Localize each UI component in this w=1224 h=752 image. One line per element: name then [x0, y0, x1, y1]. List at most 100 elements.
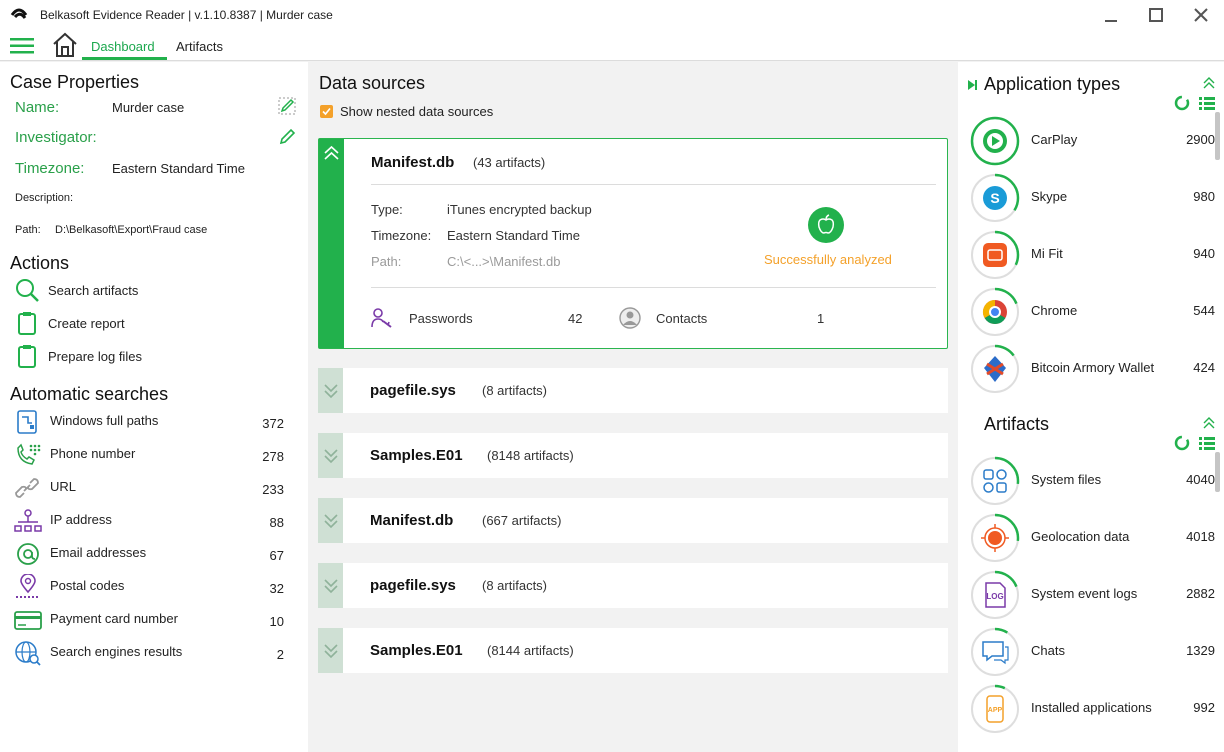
data-source-card-expanded[interactable]: Manifest.db (43 artifacts) Type: iTunes …: [318, 138, 948, 349]
ds-timezone-value: Eastern Standard Time: [447, 228, 580, 243]
data-source-row[interactable]: pagefile.sys (8 artifacts): [318, 563, 948, 608]
scrollbar-artifacts[interactable]: [1215, 452, 1220, 492]
location-pin-icon: [16, 574, 40, 598]
create-report-label: Create report: [48, 315, 125, 331]
collapse-section-icon[interactable]: [1202, 76, 1216, 90]
application_types-item[interactable]: Chrome 544: [970, 287, 1215, 337]
nav-bar: Dashboard Artifacts: [0, 30, 1224, 61]
artifacts-item[interactable]: LOG System event logs 2882: [970, 570, 1215, 620]
search-artifacts-action[interactable]: Search artifacts: [14, 276, 138, 304]
search-row-label: Search engines results: [50, 644, 183, 659]
minimize-button[interactable]: [1099, 4, 1123, 26]
application_types-item[interactable]: Mi Fit 940: [970, 230, 1215, 280]
list-view-icon[interactable]: [1199, 95, 1215, 111]
search-row-search-engines[interactable]: Search engines results 2: [14, 638, 286, 668]
pie-chart-view-icon[interactable]: [1174, 435, 1190, 451]
bitcoin-armory-icon: [970, 344, 1020, 394]
search-row-ip-address[interactable]: IP address 88: [14, 506, 286, 536]
collapse-strip[interactable]: [319, 139, 344, 348]
artifacts-label: System event logs: [1031, 586, 1138, 601]
tab-dashboard[interactable]: Dashboard: [91, 39, 155, 54]
search-row-count: 67: [269, 548, 284, 563]
artifacts-label: Geolocation data: [1031, 529, 1130, 544]
pie-chart-view-icon[interactable]: [1174, 95, 1190, 111]
data-sources-heading: Data sources: [319, 73, 426, 93]
application_types-label: Bitcoin Armory Wallet: [1031, 360, 1155, 375]
timezone-label: Timezone:: [15, 160, 85, 177]
close-button[interactable]: [1189, 4, 1213, 26]
ds-path-label: Path:: [371, 254, 402, 269]
search-row-phone-number[interactable]: Phone number 278: [14, 440, 286, 470]
divider: [371, 287, 936, 288]
artifacts-item[interactable]: System files 4040: [970, 456, 1215, 506]
hamburger-menu-icon[interactable]: [10, 38, 34, 54]
artifacts-item[interactable]: APP Installed applications 992: [970, 684, 1215, 734]
artifacts-count: 4040: [1186, 472, 1215, 487]
svg-text:S: S: [990, 190, 999, 206]
data-source-row[interactable]: Samples.E01 (8144 artifacts): [318, 628, 948, 673]
application_types-count: 2900: [1186, 132, 1215, 147]
contact-icon: [619, 307, 641, 329]
list-view-icon[interactable]: [1199, 435, 1215, 451]
chevron-up-icon: [324, 145, 339, 160]
search-row-email-addresses[interactable]: Email addresses 67: [14, 539, 286, 569]
contacts-count: 1: [817, 311, 825, 326]
chevron-down-icon: [323, 383, 338, 398]
application_types-item[interactable]: Bitcoin Armory Wallet 424: [970, 344, 1215, 394]
chevron-down-icon: [323, 448, 338, 463]
chevron-down-icon: [323, 578, 338, 593]
mi-fit-icon: [970, 230, 1020, 280]
investigator-label: Investigator:: [15, 129, 97, 146]
divider: [371, 184, 936, 185]
search-row-payment-card[interactable]: Payment card number 10: [14, 605, 286, 635]
app-icon: APP: [970, 684, 1020, 734]
windows-path-icon: [17, 410, 37, 434]
svg-text:APP: APP: [988, 707, 1003, 714]
show-nested-checkbox[interactable]: [320, 105, 333, 118]
data-source-count: (8144 artifacts): [487, 643, 574, 658]
prepare-log-files-action[interactable]: Prepare log files: [14, 342, 142, 370]
artifacts-item[interactable]: Chats 1329: [970, 627, 1215, 677]
show-nested-label[interactable]: Show nested data sources: [340, 104, 493, 119]
data-source-row[interactable]: Manifest.db (667 artifacts): [318, 498, 948, 543]
data-source-count: (8 artifacts): [482, 383, 548, 398]
scrollbar-app-types[interactable]: [1215, 112, 1220, 160]
edit-investigator-icon[interactable]: [278, 128, 296, 146]
application_types-count: 424: [1193, 360, 1215, 375]
carplay-icon: [970, 116, 1020, 166]
search-row-label: Email addresses: [50, 545, 147, 560]
maximize-button[interactable]: [1144, 4, 1168, 26]
data-source-row[interactable]: Samples.E01 (8148 artifacts): [318, 433, 948, 478]
geolocation-icon: [970, 513, 1020, 563]
application_types-item[interactable]: CarPlay 2900: [970, 116, 1215, 166]
phone-icon: [17, 443, 41, 465]
create-report-action[interactable]: Create report: [14, 309, 125, 337]
tab-artifacts[interactable]: Artifacts: [176, 39, 223, 54]
data-source-name: Manifest.db: [371, 154, 455, 171]
right-panel: Application types CarPlay 2900 S Skype 980 Mi…: [958, 62, 1224, 752]
edit-name-icon[interactable]: [278, 97, 296, 115]
artifacts-item[interactable]: Geolocation data 4018: [970, 513, 1215, 563]
search-row-label: Postal codes: [50, 578, 125, 593]
data-source-count: (8 artifacts): [482, 578, 548, 593]
application_types-count: 544: [1193, 303, 1215, 318]
artifacts-label: Installed applications: [1031, 700, 1152, 715]
data-source-name: pagefile.sys: [370, 382, 456, 399]
search-row-postal-codes[interactable]: Postal codes 32: [14, 572, 286, 602]
search-row-count: 10: [269, 614, 284, 629]
artifacts-heading: Artifacts: [984, 414, 1050, 434]
ds-timezone-label: Timezone:: [371, 228, 432, 243]
expand-strip[interactable]: [318, 628, 343, 673]
home-icon[interactable]: [51, 32, 79, 58]
application_types-item[interactable]: S Skype 980: [970, 173, 1215, 223]
data-source-row[interactable]: pagefile.sys (8 artifacts): [318, 368, 948, 413]
expand-strip[interactable]: [318, 433, 343, 478]
collapse-section-icon[interactable]: [1202, 416, 1216, 430]
expand-strip[interactable]: [318, 563, 343, 608]
search-row-label: Phone number: [50, 446, 136, 461]
expand-strip[interactable]: [318, 498, 343, 543]
search-row-windows-paths[interactable]: Windows full paths 372: [14, 407, 286, 437]
search-row-url[interactable]: URL 233: [14, 473, 286, 503]
search-row-label: URL: [50, 479, 77, 494]
expand-strip[interactable]: [318, 368, 343, 413]
